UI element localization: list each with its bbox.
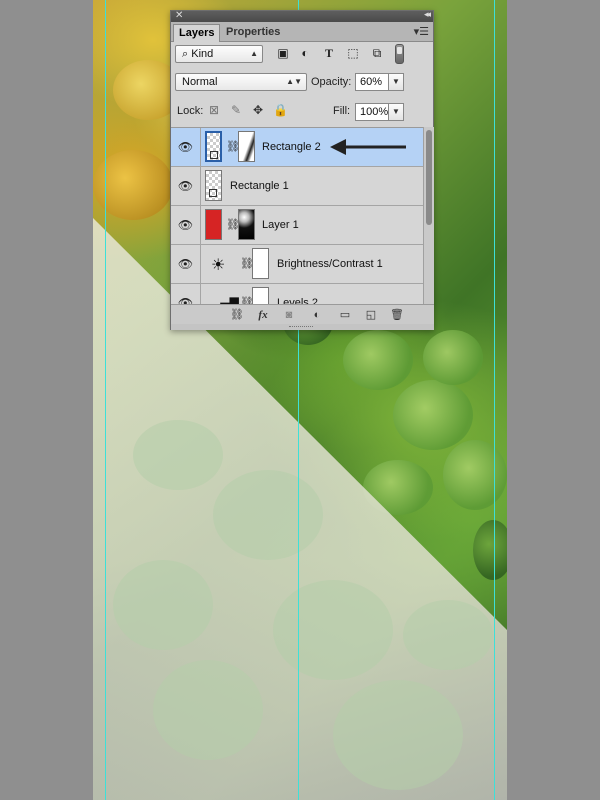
add-mask-icon[interactable]: ◙ bbox=[281, 307, 297, 323]
layers-panel: ✕ ◂◂ Layers Properties ▾☰ ⌕ Kind ▲ ▣ ◐ T… bbox=[170, 9, 434, 330]
faded-clover bbox=[213, 470, 323, 560]
tab-properties[interactable]: Properties bbox=[221, 24, 285, 42]
faded-clover bbox=[133, 420, 223, 490]
brightness-icon[interactable]: ☀ bbox=[211, 255, 225, 275]
shape-filter-icon[interactable]: ⬚ bbox=[345, 45, 361, 61]
blend-mode-dropdown[interactable]: Normal ▲▼ bbox=[175, 73, 307, 91]
layer-row-layer-1[interactable]: 👁 ⛓ Layer 1 bbox=[171, 206, 423, 245]
tab-layers[interactable]: Layers bbox=[173, 24, 221, 42]
panel-bottom-toolbar: ⛓ fx ◙ ◐ ▭ ◱ 🗑 bbox=[171, 304, 434, 324]
faded-clover bbox=[113, 560, 213, 650]
guide-line[interactable] bbox=[105, 0, 106, 800]
blend-mode-value: Normal bbox=[182, 76, 218, 88]
layer-thumbnail[interactable] bbox=[205, 131, 222, 162]
lock-image-brush-icon[interactable]: ✎ bbox=[229, 103, 243, 117]
close-icon[interactable]: ✕ bbox=[175, 10, 183, 21]
layer-row-levels-2[interactable]: 👁 ▁▃▆ ⛓ Levels 2 bbox=[171, 284, 423, 304]
layer-mask-thumbnail[interactable] bbox=[252, 287, 269, 304]
eye-icon[interactable]: 👁 bbox=[171, 245, 201, 283]
adjustment-filter-icon[interactable]: ◐ bbox=[297, 45, 313, 61]
filter-kind-dropdown[interactable]: ⌕ Kind ▲ bbox=[175, 45, 263, 63]
annotation-arrow-icon bbox=[330, 139, 406, 155]
scrollbar-thumb[interactable] bbox=[426, 130, 432, 225]
layer-name[interactable]: Layer 1 bbox=[262, 206, 299, 244]
faded-clover bbox=[403, 600, 493, 670]
clover-leaf bbox=[343, 330, 413, 390]
lock-row: Lock: ⊠ ✎ ✥ 🔒 Fill: 100% ▼ bbox=[171, 103, 433, 121]
opacity-label: Opacity: bbox=[311, 76, 352, 88]
new-layer-icon[interactable]: ◱ bbox=[363, 307, 379, 323]
layer-thumbnail[interactable] bbox=[205, 209, 222, 240]
layer-row-rectangle-1[interactable]: 👁 Rectangle 1 bbox=[171, 167, 423, 206]
layer-mask-thumbnail[interactable] bbox=[238, 209, 255, 240]
lock-position-move-icon[interactable]: ✥ bbox=[251, 103, 265, 117]
clover-leaf bbox=[423, 330, 483, 385]
lock-label: Lock: bbox=[177, 105, 204, 117]
layer-name[interactable]: Rectangle 2 bbox=[262, 128, 321, 166]
opacity-input[interactable]: 60% bbox=[355, 73, 389, 91]
chevron-updown-icon: ▲ bbox=[250, 49, 258, 58]
filter-row: ⌕ Kind ▲ ▣ ◐ T ⬚ ⧉ bbox=[171, 44, 433, 65]
faded-clover bbox=[153, 660, 263, 760]
pixel-filter-icon[interactable]: ▣ bbox=[275, 45, 291, 61]
new-group-folder-icon[interactable]: ▭ bbox=[337, 307, 353, 323]
lock-all-icon[interactable]: 🔒 bbox=[273, 103, 288, 117]
lock-transparent-icon[interactable]: ⊠ bbox=[207, 103, 221, 117]
search-icon: ⌕ bbox=[182, 48, 189, 60]
vector-mask-mark bbox=[210, 151, 218, 159]
new-adjustment-layer-icon[interactable]: ◐ bbox=[309, 307, 325, 323]
clover-leaf bbox=[473, 520, 507, 580]
panel-title-bar[interactable]: ✕ ◂◂ bbox=[171, 9, 433, 22]
faded-clover bbox=[333, 680, 463, 790]
faded-clover bbox=[273, 580, 393, 680]
fill-label: Fill: bbox=[333, 105, 351, 117]
layer-row-brightness-contrast-1[interactable]: 👁 ☀ ⛓ Brightness/Contrast 1 bbox=[171, 245, 423, 284]
layer-mask-thumbnail[interactable] bbox=[252, 248, 269, 279]
smart-object-filter-icon[interactable]: ⧉ bbox=[369, 45, 385, 61]
type-filter-icon[interactable]: T bbox=[321, 45, 337, 61]
layer-name[interactable]: Rectangle 1 bbox=[230, 167, 289, 205]
eye-icon[interactable]: 👁 bbox=[171, 167, 201, 205]
layer-name[interactable]: Levels 2 bbox=[277, 284, 318, 304]
eye-icon[interactable]: 👁 bbox=[171, 206, 201, 244]
opacity-dropdown-arrow[interactable]: ▼ bbox=[388, 73, 404, 91]
filter-kind-label: Kind bbox=[191, 48, 214, 60]
layers-scrollbar[interactable] bbox=[423, 127, 434, 304]
filter-toggle[interactable] bbox=[395, 44, 404, 64]
fill-input[interactable]: 100% bbox=[355, 103, 389, 121]
eye-icon[interactable]: 👁 bbox=[171, 284, 201, 304]
clover-leaf bbox=[393, 380, 473, 450]
guide-line[interactable] bbox=[494, 0, 495, 800]
layer-mask-thumbnail[interactable] bbox=[238, 131, 255, 162]
blend-row: Normal ▲▼ Opacity: 60% ▼ bbox=[171, 73, 433, 93]
layer-thumbnail[interactable] bbox=[205, 170, 222, 201]
panel-menu-icon[interactable]: ▾☰ bbox=[414, 25, 429, 38]
eye-icon[interactable]: 👁 bbox=[171, 128, 201, 166]
collapse-icon[interactable]: ◂◂ bbox=[424, 9, 431, 20]
layer-name[interactable]: Brightness/Contrast 1 bbox=[277, 245, 383, 283]
panel-tabs: Layers Properties ▾☰ bbox=[171, 22, 433, 42]
chevron-updown-icon: ▲▼ bbox=[286, 77, 302, 86]
trash-icon[interactable]: 🗑 bbox=[389, 307, 405, 323]
fx-icon[interactable]: fx bbox=[255, 307, 271, 323]
levels-icon[interactable]: ▁▃▆ bbox=[211, 294, 239, 304]
link-layers-icon[interactable]: ⛓ bbox=[229, 307, 245, 323]
vector-mask-mark bbox=[209, 189, 217, 197]
clover-leaf bbox=[443, 440, 507, 510]
fill-dropdown-arrow[interactable]: ▼ bbox=[388, 103, 404, 121]
panel-resize-grip[interactable] bbox=[171, 324, 434, 330]
